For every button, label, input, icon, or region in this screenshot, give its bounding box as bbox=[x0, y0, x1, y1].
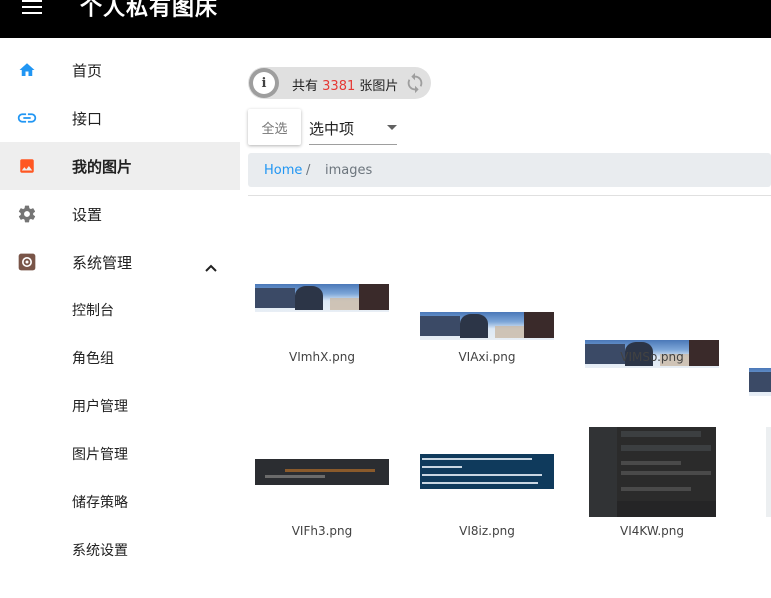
sidebar-item-api[interactable]: 接口 bbox=[0, 94, 240, 142]
sidebar-item-label: 系统管理 bbox=[72, 253, 133, 272]
image-filename: VIMSo.png bbox=[620, 350, 684, 364]
sidebar-item-system-admin[interactable]: 系统管理 bbox=[0, 238, 240, 286]
image-thumbnail[interactable] bbox=[749, 368, 771, 396]
image-thumbnail[interactable] bbox=[420, 312, 554, 340]
image-thumbnail[interactable] bbox=[255, 459, 389, 485]
image-icon bbox=[16, 156, 38, 176]
sidebar-subitem-label: 储存策略 bbox=[72, 495, 128, 511]
image-thumbnail[interactable] bbox=[589, 427, 716, 517]
settings-box-icon bbox=[16, 252, 38, 272]
image-filename: VImhX.png bbox=[289, 350, 355, 364]
refresh-icon[interactable] bbox=[404, 72, 426, 94]
selection-dropdown-value: 选中项 bbox=[309, 120, 355, 138]
image-filename: VI8iz.png bbox=[459, 524, 515, 538]
sidebar-item-settings[interactable]: 设置 bbox=[0, 190, 240, 238]
sidebar-subitem-images[interactable]: 图片管理 bbox=[0, 430, 240, 478]
sidebar-subitem-storage[interactable]: 储存策略 bbox=[0, 478, 240, 526]
image-filename: VIFh3.png bbox=[291, 524, 353, 538]
breadcrumb: Home / images bbox=[248, 153, 771, 187]
sidebar-item-label: 设置 bbox=[72, 205, 103, 224]
app-bar: 个人私有图床 bbox=[0, 0, 771, 38]
breadcrumb-separator: / bbox=[306, 163, 311, 178]
menu-icon[interactable] bbox=[22, 0, 42, 14]
sidebar-item-home[interactable]: 首页 bbox=[0, 46, 240, 94]
image-count-text: 共有 3381 张图片 bbox=[292, 79, 399, 94]
sidebar-item-my-images[interactable]: 我的图片 bbox=[0, 142, 240, 190]
info-icon: i bbox=[249, 68, 279, 98]
sidebar-subitem-label: 控制台 bbox=[72, 303, 114, 319]
breadcrumb-home-link[interactable]: Home bbox=[264, 163, 302, 178]
sidebar: 首页 接口 我的图片 设置 系统管理 控制台 角色组 用户管理 图片管理 储存策… bbox=[0, 38, 240, 598]
select-all-button[interactable]: 全选 bbox=[248, 109, 301, 145]
sidebar-subitem-label: 用户管理 bbox=[72, 399, 128, 415]
sidebar-subitem-system-settings[interactable]: 系统设置 bbox=[0, 526, 240, 574]
divider bbox=[248, 195, 771, 196]
sidebar-item-label: 接口 bbox=[72, 109, 103, 128]
sidebar-subitem-console[interactable]: 控制台 bbox=[0, 286, 240, 334]
sidebar-item-label: 我的图片 bbox=[72, 157, 133, 176]
image-count-chip: i 共有 3381 张图片 bbox=[248, 67, 431, 99]
sidebar-subitem-label: 角色组 bbox=[72, 351, 114, 367]
sidebar-subitem-label: 系统设置 bbox=[72, 543, 128, 559]
image-thumbnail[interactable] bbox=[255, 284, 389, 312]
selection-dropdown[interactable]: 选中项 bbox=[309, 109, 397, 145]
image-thumbnail[interactable] bbox=[420, 454, 554, 489]
sidebar-subitem-label: 图片管理 bbox=[72, 447, 128, 463]
sidebar-item-label: 首页 bbox=[72, 61, 103, 80]
image-filename: VI4KW.png bbox=[620, 524, 684, 538]
main-content: i 共有 3381 张图片 全选 选中项 Home / images VImhX… bbox=[240, 38, 771, 598]
image-count-number: 3381 bbox=[322, 79, 356, 94]
chevron-up-icon[interactable] bbox=[205, 257, 217, 272]
dropdown-arrow-icon bbox=[387, 125, 397, 130]
image-filename: VIAxi.png bbox=[458, 350, 516, 364]
app-title: 个人私有图床 bbox=[80, 0, 219, 21]
gear-icon bbox=[16, 204, 38, 224]
link-icon bbox=[16, 108, 38, 128]
breadcrumb-current: images bbox=[325, 163, 373, 178]
image-thumbnail[interactable] bbox=[766, 427, 771, 517]
sidebar-subitem-users[interactable]: 用户管理 bbox=[0, 382, 240, 430]
home-icon bbox=[16, 60, 38, 80]
sidebar-subitem-roles[interactable]: 角色组 bbox=[0, 334, 240, 382]
